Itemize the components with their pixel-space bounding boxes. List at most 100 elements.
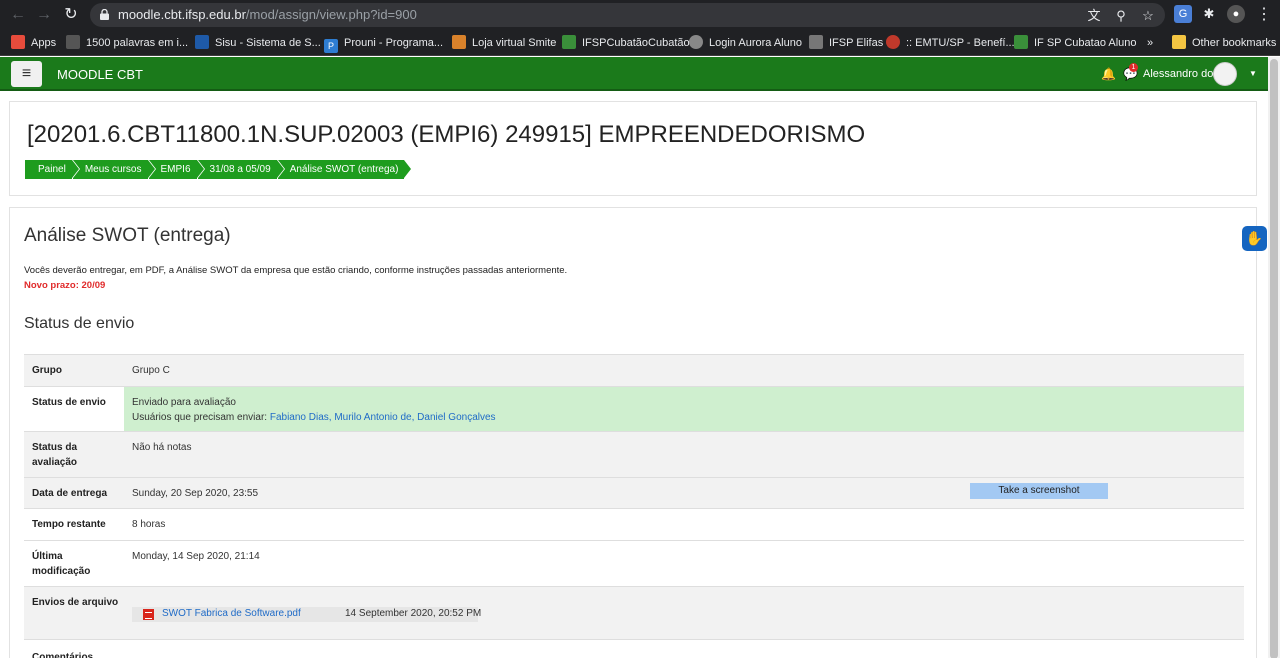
- bookmark-aurora[interactable]: Login Aurora Aluno: [689, 34, 802, 52]
- zoom-icon[interactable]: ⚲: [1113, 8, 1129, 24]
- ifsp-elifas-icon: [809, 35, 823, 49]
- pdf-icon: [143, 609, 154, 620]
- bookmark-label: Loja virtual Smite: [472, 37, 557, 49]
- breadcrumb-painel[interactable]: Painel: [25, 160, 80, 179]
- breadcrumb-meus-cursos[interactable]: Meus cursos: [72, 160, 156, 179]
- messages-icon[interactable]: 💬 1: [1123, 57, 1138, 91]
- submission-status-value: Enviado para avaliação: [132, 397, 236, 408]
- pending-users-line: Usuários que precisam enviar: Fabiano Di…: [132, 410, 496, 425]
- bookmark-ifsp-elifas[interactable]: IFSP Elifas: [809, 34, 883, 52]
- bookmark-label: IFSPCubatãoCubatão: [582, 37, 690, 49]
- bookmarks-more-button[interactable]: »: [1147, 34, 1153, 52]
- bookmark-label: Apps: [31, 37, 57, 49]
- reload-icon[interactable]: ↻: [61, 5, 81, 25]
- table-row-due-date: Data de entrega Sunday, 20 Sep 2020, 23:…: [24, 477, 1244, 508]
- prouni-icon: P: [324, 39, 338, 53]
- page-scrollbar[interactable]: [1268, 57, 1280, 658]
- grading-status-value: Não há notas: [132, 442, 192, 453]
- folder-icon: [1172, 35, 1186, 49]
- file-submission-item: SWOT Fabrica de Software.pdf 14 Septembe…: [132, 607, 481, 622]
- due-date-value: Sunday, 20 Sep 2020, 23:55: [132, 488, 259, 499]
- breadcrumb-section[interactable]: 31/08 a 05/09: [197, 160, 285, 179]
- bookmark-1500-palavras[interactable]: 1500 palavras em i...: [66, 34, 188, 52]
- assignment-card: Análise SWOT (entrega) Vocês deverão ent…: [9, 207, 1257, 658]
- submission-status-label: Status de envio: [32, 397, 106, 408]
- forward-arrow-icon[interactable]: →: [34, 5, 54, 25]
- pending-user-link[interactable]: Daniel Gonçalves: [417, 412, 495, 423]
- user-name[interactable]: Alessandro dos: [1143, 57, 1219, 91]
- bookmark-label: IF SP Cubatao Aluno: [1034, 37, 1137, 49]
- emtu-icon: [886, 35, 900, 49]
- table-row-comments: Comentários: [24, 639, 1244, 658]
- table-row-submission-status: Status de envio Enviado para avaliação U…: [24, 386, 1244, 431]
- group-value: Grupo C: [132, 365, 170, 376]
- deadline-note: Novo prazo: 20/09: [24, 280, 106, 291]
- bookmark-ifsp-cubatao[interactable]: IFSPCubatãoCubatão: [562, 34, 690, 52]
- apps-grid-icon: [11, 35, 25, 49]
- bell-icon[interactable]: 🔔: [1101, 57, 1116, 91]
- bookmark-sisu[interactable]: Sisu - Sistema de S...: [195, 34, 321, 52]
- address-bar[interactable]: moodle.cbt.ifsp.edu.br/mod/assign/view.p…: [90, 3, 1165, 27]
- url-host: moodle.cbt.ifsp.edu.br: [118, 7, 246, 22]
- due-date-label: Data de entrega: [32, 488, 108, 499]
- grading-status-label: Status da avaliação: [32, 440, 122, 470]
- pending-user-link[interactable]: Murilo Antonio de,: [334, 412, 414, 423]
- bookmark-apps[interactable]: Apps: [11, 34, 56, 52]
- table-row-group: Grupo Grupo C: [24, 354, 1244, 386]
- bookmark-star-icon[interactable]: ☆: [1140, 8, 1156, 24]
- grading-label-line-2: avaliação: [32, 457, 78, 468]
- file-link[interactable]: SWOT Fabrica de Software.pdf: [162, 608, 301, 619]
- translate-extension-icon[interactable]: G: [1174, 5, 1192, 23]
- translate-icon[interactable]: 文: [1086, 8, 1102, 24]
- modified-label-line-2: modificação: [32, 566, 91, 577]
- breadcrumb-assignment[interactable]: Análise SWOT (entrega): [277, 160, 413, 179]
- pending-user-link[interactable]: Fabiano Dias,: [270, 412, 332, 423]
- lock-icon: [100, 9, 109, 20]
- last-modified-label: Última modificação: [32, 549, 122, 579]
- file-submissions-label: Envios de arquivo: [32, 597, 119, 608]
- sisu-icon: [195, 35, 209, 49]
- other-bookmarks[interactable]: Other bookmarks: [1172, 34, 1276, 52]
- bookmark-smite[interactable]: Loja virtual Smite: [452, 34, 556, 52]
- last-modified-value: Monday, 14 Sep 2020, 21:14: [132, 551, 260, 562]
- bookmarks-bar: Apps 1500 palavras em i... Sisu - Sistem…: [0, 30, 1280, 56]
- smite-icon: [452, 35, 466, 49]
- extensions-puzzle-icon[interactable]: ✱: [1200, 5, 1218, 23]
- pending-users-prefix: Usuários que precisam enviar:: [132, 412, 268, 423]
- back-arrow-icon[interactable]: ←: [8, 5, 28, 25]
- modified-label-line-1: Última: [32, 551, 63, 562]
- time-remaining-value: 8 horas: [132, 519, 166, 530]
- page-icon: [66, 35, 80, 49]
- url-text: moodle.cbt.ifsp.edu.br/mod/assign/view.p…: [118, 7, 417, 22]
- site-brand[interactable]: MOODLE CBT: [57, 67, 143, 82]
- page-header: [20201.6.CBT11800.1N.SUP.02003 (EMPI6) 2…: [9, 101, 1257, 196]
- bookmark-emtu[interactable]: :: EMTU/SP - Benefí...: [886, 34, 1015, 52]
- moodle-navbar: ≡ MOODLE CBT 🔔 💬 1 Alessandro dos ▼: [0, 57, 1268, 91]
- browser-menu-icon[interactable]: ⋮: [1254, 5, 1274, 25]
- drawer-toggle-button[interactable]: ≡: [11, 61, 42, 87]
- avatar[interactable]: [1213, 62, 1237, 86]
- breadcrumb: Painel Meus cursos EMPI6 31/08 a 05/09 A…: [25, 160, 413, 179]
- accessibility-hand-icon[interactable]: ✋: [1242, 226, 1267, 251]
- table-row-grading-status: Status da avaliação Não há notas: [24, 431, 1244, 477]
- profile-icon[interactable]: ●: [1227, 5, 1245, 23]
- time-remaining-label: Tempo restante: [32, 519, 106, 530]
- bookmark-label: :: EMTU/SP - Benefí...: [906, 37, 1015, 49]
- user-menu-caret-icon[interactable]: ▼: [1249, 57, 1257, 91]
- bookmark-label: Sisu - Sistema de S...: [215, 37, 321, 49]
- take-screenshot-button[interactable]: Take a screenshot: [970, 483, 1108, 499]
- table-row-last-modified: Última modificação Monday, 14 Sep 2020, 2…: [24, 540, 1244, 586]
- globe-icon: [689, 35, 703, 49]
- bookmark-label: Prouni - Programa...: [344, 37, 444, 49]
- bookmark-prouni[interactable]: P Prouni - Programa...: [324, 34, 444, 53]
- assignment-description: Vocês deverão entregar, em PDF, a Anális…: [24, 265, 568, 276]
- ifsp-icon: [562, 35, 576, 49]
- table-row-file-submissions: Envios de arquivo SWOT Fabrica de Softwa…: [24, 586, 1244, 639]
- submission-status-table: Grupo Grupo C Status de envio Enviado pa…: [24, 354, 1244, 658]
- bookmark-label: 1500 palavras em i...: [86, 37, 189, 49]
- breadcrumb-course[interactable]: EMPI6: [148, 160, 205, 179]
- browser-toolbar: ← → ↻ moodle.cbt.ifsp.edu.br/mod/assign/…: [0, 0, 1280, 30]
- scrollbar-thumb[interactable]: [1270, 59, 1278, 658]
- other-bookmarks-label: Other bookmarks: [1192, 37, 1277, 49]
- bookmark-ifsp-aluno[interactable]: IF SP Cubatao Aluno: [1014, 34, 1137, 52]
